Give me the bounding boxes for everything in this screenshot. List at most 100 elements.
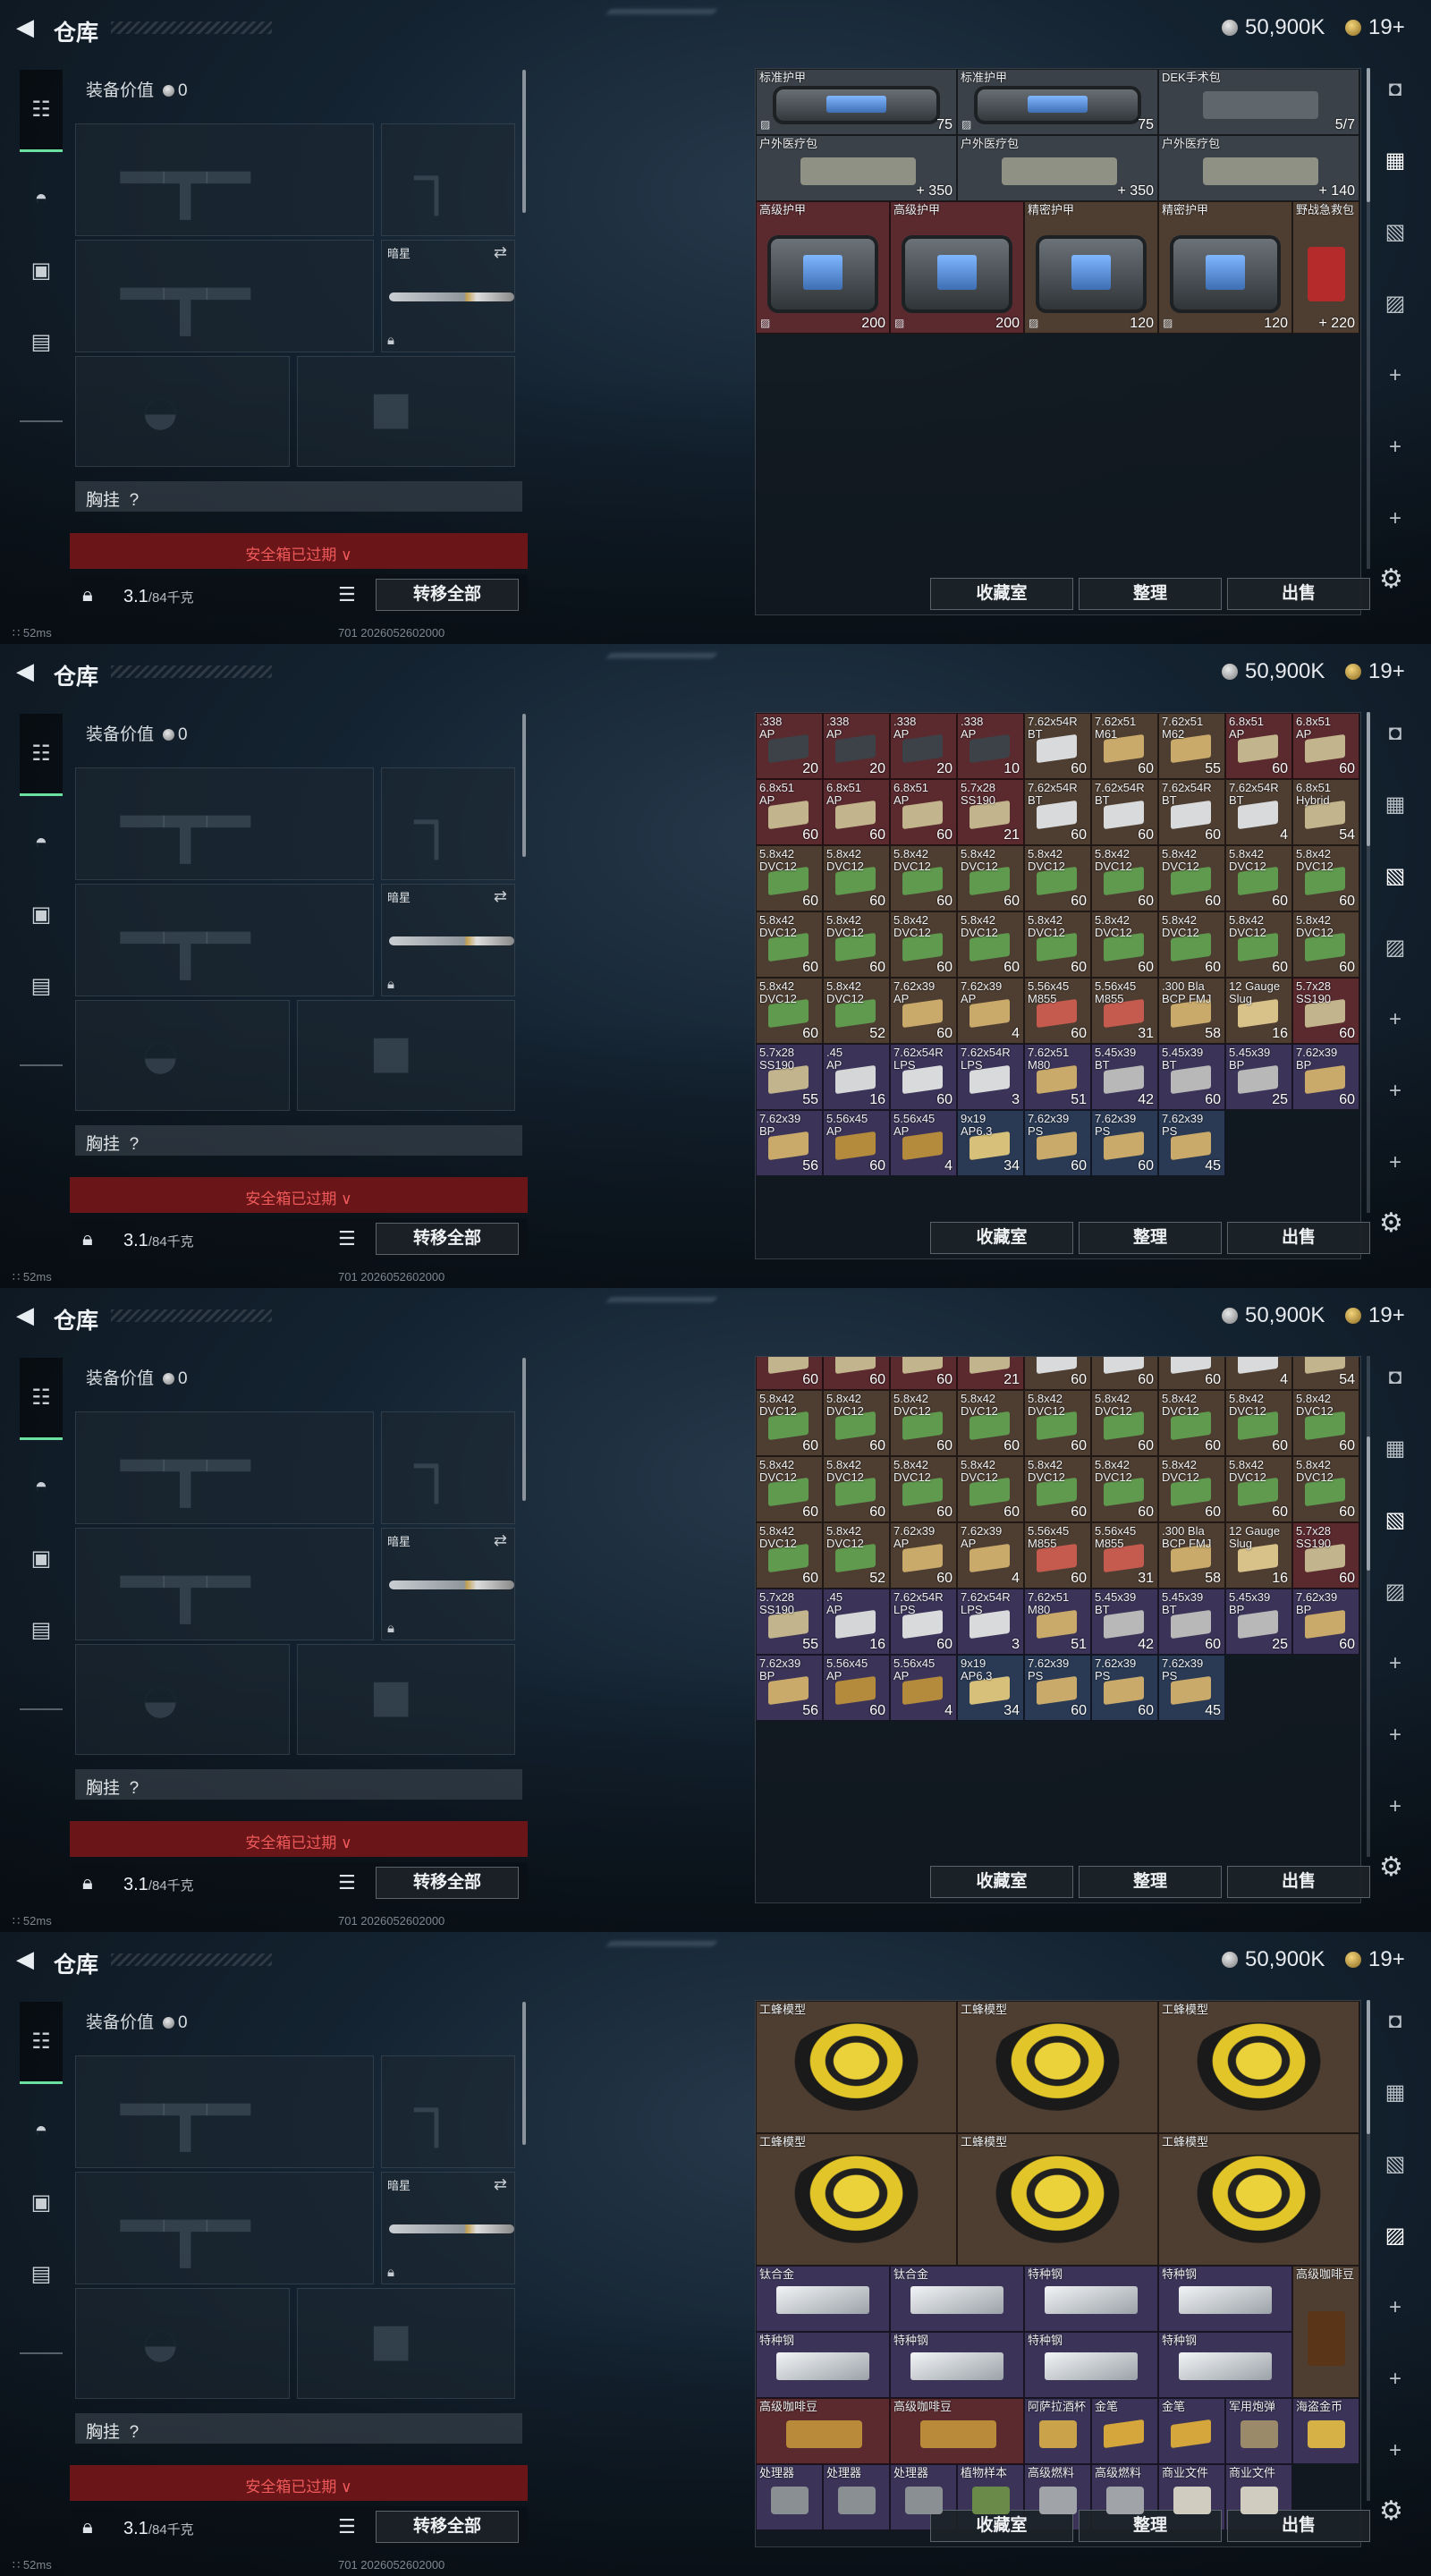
stash-item[interactable]: 处理器 [756, 2464, 823, 2530]
stash-item[interactable]: 5.7x28 SS190 55 [756, 1044, 823, 1110]
stash-tab-add-icon[interactable]: + [1376, 1716, 1415, 1755]
stash-item[interactable]: 6.8x51 Hybrid54 [1292, 1357, 1359, 1390]
stash-item[interactable]: 5.8x42 DVC12 60 [1225, 1456, 1292, 1522]
stash-tab-add-icon[interactable]: + [1376, 1644, 1415, 1683]
gold-currency[interactable]: 19+ [1345, 659, 1405, 684]
sort-button[interactable]: 整理 [1079, 1866, 1222, 1898]
chest-rig-slot[interactable]: 胸挂 ? [75, 481, 522, 512]
stash-item[interactable]: 高级咖啡豆 [890, 2398, 1024, 2464]
stash-tab-level-5-icon[interactable]: ▨ [1376, 1572, 1415, 1612]
melee-slot[interactable]: 暗星 ⇄ 🔒︎ [381, 884, 515, 996]
tab-weapons[interactable]: ☷ [20, 2002, 63, 2084]
stash-item[interactable]: 特种钢 [1158, 2266, 1292, 2332]
equipment-scrollbar[interactable] [522, 70, 526, 213]
stash-item[interactable]: 5.8x42 DVC12 60 [1024, 1390, 1091, 1456]
sell-button[interactable]: 出售 [1227, 1866, 1370, 1898]
equipment-scrollbar[interactable] [522, 714, 526, 857]
stash-item[interactable]: 5.8x42 DVC12 60 [1225, 845, 1292, 911]
tab-backpack[interactable]: ▣ [20, 893, 63, 936]
stash-item[interactable]: .338 AP 20 [756, 713, 823, 779]
stash-item[interactable]: 工蜂模型 [957, 2133, 1158, 2266]
stash-scroll-thumb[interactable] [1367, 2000, 1370, 2134]
stash-item[interactable]: 钛合金 [890, 2266, 1024, 2332]
stash-item[interactable]: 7.62x51 M62 55 [1158, 713, 1225, 779]
stash-item[interactable]: 7.62x39 AP 4 [957, 1522, 1024, 1589]
stash-item[interactable]: 6.8x51 AP60 [1225, 713, 1292, 779]
stash-item[interactable]: 7.62x51 M61 60 [1091, 713, 1158, 779]
stash-item[interactable]: 高级咖啡豆 [1292, 2266, 1359, 2398]
stash-item[interactable]: 9x19 AP6.3 34 [957, 1655, 1024, 1721]
stash-item[interactable]: 9x19 AP6.3 34 [957, 1110, 1024, 1176]
stash-tab-add-icon[interactable]: + [1376, 1143, 1415, 1182]
stash-scrollbar[interactable] [1367, 1356, 1370, 1857]
stash-item[interactable]: 5.8x42 DVC12 60 [756, 1390, 823, 1456]
tab-armor[interactable]: ◓ [20, 821, 63, 864]
stash-tab-add-icon[interactable]: + [1376, 2431, 1415, 2470]
stash-item[interactable]: 5.8x42 DVC12 60 [1158, 845, 1225, 911]
stash-item[interactable]: 5.45x39 BP 25 [1225, 1589, 1292, 1655]
melee-slot[interactable]: 暗星 ⇄ 🔒︎ [381, 1528, 515, 1640]
stash-item[interactable]: 5.8x42 DVC12 60 [890, 845, 957, 911]
stash-item[interactable]: 12 Gauge Slug 16 [1225, 978, 1292, 1044]
stash-item[interactable]: 5.7x28 SS190 60 [1292, 1522, 1359, 1589]
stash-item[interactable]: 特种钢 [1024, 2332, 1158, 2398]
stash-item[interactable]: 5.8x42 DVC12 60 [1024, 1456, 1091, 1522]
stash-tab-level-4-icon[interactable]: ▧ [1376, 1501, 1415, 1540]
swap-icon[interactable]: ⇄ [494, 1531, 507, 1550]
stash-item[interactable]: 12 Gauge Slug 16 [1225, 1522, 1292, 1589]
stash-item[interactable]: 5.56x45 M855 60 [1024, 1522, 1091, 1589]
stash-item[interactable]: .45 AP 16 [823, 1044, 890, 1110]
secondary-weapon-slot[interactable]: ━┳━ [75, 884, 374, 996]
stash-item[interactable]: 5.8x42 DVC12 60 [1292, 845, 1359, 911]
stash-item[interactable]: 特种钢 [890, 2332, 1024, 2398]
stash-item[interactable]: 5.8x42 DVC12 60 [957, 1456, 1024, 1522]
back-arrow-icon[interactable]: ◀ [16, 1946, 39, 1971]
stash-tab-add-icon[interactable]: + [1376, 1072, 1415, 1111]
chest-rig-slot[interactable]: 胸挂 ? [75, 1769, 522, 1800]
stash-item[interactable]: 野战急救包 + 220 [1292, 201, 1359, 334]
stash-item[interactable]: 5.8x42 DVC12 60 [823, 1456, 890, 1522]
collection-room-button[interactable]: 收藏室 [930, 578, 1073, 610]
stash-item[interactable]: 高级咖啡豆 [756, 2398, 890, 2464]
stash-item[interactable]: 7.62x54R BT 4 [1225, 779, 1292, 845]
stash-item[interactable]: 特种钢 [1158, 2332, 1292, 2398]
stash-tab-vault-icon[interactable]: ◘ [1376, 2002, 1415, 2041]
stash-item[interactable]: 5.7x28 SS19021 [957, 1357, 1024, 1390]
stash-item[interactable]: 5.8x42 DVC12 60 [756, 978, 823, 1044]
gold-currency[interactable]: 19+ [1345, 1303, 1405, 1328]
collection-room-button[interactable]: 收藏室 [930, 1866, 1073, 1898]
stash-item[interactable]: 5.7x28 SS190 55 [756, 1589, 823, 1655]
stash-item[interactable]: 工蜂模型 [756, 2133, 957, 2266]
melee-slot[interactable]: 暗星 ⇄ 🔒︎ [381, 2172, 515, 2284]
stash-item[interactable]: 6.8x51 AP60 [823, 1357, 890, 1390]
gold-currency[interactable]: 19+ [1345, 1947, 1405, 1972]
stash-item[interactable]: 5.8x42 DVC12 60 [1091, 1390, 1158, 1456]
stash-scroll-thumb[interactable] [1367, 712, 1370, 846]
tab-weapons[interactable]: ☷ [20, 70, 63, 152]
stash-item[interactable]: 5.8x42 DVC12 60 [1158, 1456, 1225, 1522]
stash-item[interactable]: 5.8x42 DVC12 60 [957, 1390, 1024, 1456]
stash-item[interactable]: 5.56x45 M855 31 [1091, 978, 1158, 1044]
pistol-slot[interactable]: ┐ [381, 123, 515, 236]
stash-item[interactable]: 5.8x42 DVC12 60 [1024, 845, 1091, 911]
stash-item[interactable]: 5.8x42 DVC12 60 [1225, 1390, 1292, 1456]
stash-item[interactable]: 5.45x39 BT 60 [1158, 1589, 1225, 1655]
stash-item[interactable]: 7.62x54R BT60 [1024, 1357, 1091, 1390]
stash-item[interactable]: 钛合金 [756, 2266, 890, 2332]
stash-tab-add-icon[interactable]: + [1376, 499, 1415, 538]
stash-item[interactable]: 6.8x51 Hybrid54 [1292, 779, 1359, 845]
stash-item[interactable]: 7.62x54R BT60 [1024, 779, 1091, 845]
stash-item[interactable]: 7.62x39 PS 60 [1024, 1655, 1091, 1721]
stash-scroll-thumb[interactable] [1367, 68, 1370, 202]
primary-weapon-slot[interactable]: ━┳━ [75, 123, 374, 236]
stash-item[interactable]: 7.62x51 M80 51 [1024, 1589, 1091, 1655]
armor-slot[interactable]: ■ [297, 1000, 515, 1111]
stash-item[interactable]: 5.56x45 M855 60 [1024, 978, 1091, 1044]
stash-tab-add-icon[interactable]: + [1376, 428, 1415, 467]
stash-item[interactable]: 5.56x45 AP 60 [823, 1655, 890, 1721]
stash-item[interactable]: 5.56x45 AP 4 [890, 1110, 957, 1176]
tab-case[interactable]: ▤ [20, 964, 63, 1007]
silver-currency[interactable]: 50,900K [1222, 1947, 1325, 1972]
stash-item[interactable]: 阿萨拉酒杯 [1024, 2398, 1091, 2464]
sort-button[interactable]: 整理 [1079, 1222, 1222, 1254]
